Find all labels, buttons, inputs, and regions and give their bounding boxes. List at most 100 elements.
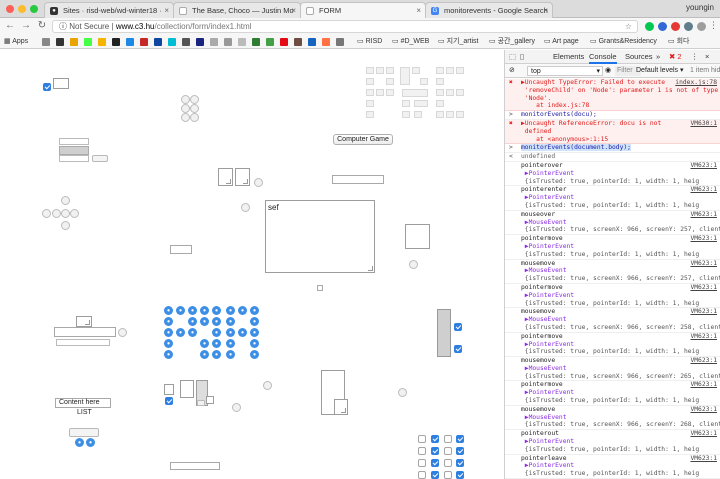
forward-icon[interactable]: → [20,20,32,31]
checkbox[interactable] [431,459,439,467]
source-link[interactable]: VM623:1 [690,284,717,292]
text-input[interactable] [54,327,116,337]
checkbox[interactable] [454,345,462,353]
blue-radio[interactable]: • [86,438,95,447]
bookmark-folder-art-page[interactable]: ▭ Art page [544,37,579,47]
source-link[interactable]: VM623:1 [690,430,717,438]
computer-game-button[interactable]: Computer Game [333,134,393,145]
text-box[interactable] [206,396,214,404]
event-type[interactable]: ▶PointerEvent [525,243,574,250]
grid-cell[interactable] [414,111,422,118]
source-link[interactable]: VM623:1 [690,381,717,389]
text-box[interactable] [164,384,174,395]
small-button[interactable] [92,155,108,162]
extension-icon[interactable] [645,22,654,31]
checkbox[interactable] [418,447,426,455]
source-link[interactable]: VM623:1 [690,211,717,219]
checkbox[interactable] [454,323,462,331]
scroll-thumb[interactable] [197,400,205,406]
grid-cell[interactable] [366,89,374,96]
tab-close-icon[interactable]: × [164,3,169,18]
radio-button[interactable] [409,260,418,269]
small-textarea[interactable] [218,168,233,186]
source-link[interactable]: VM623:1 [690,235,717,243]
blue-radio[interactable]: • [212,306,221,315]
grid-cell[interactable] [386,89,394,96]
grid-cell[interactable] [436,78,444,85]
blue-radio[interactable]: • [238,328,247,337]
small-textarea[interactable] [76,316,92,327]
blue-radio[interactable]: • [188,328,197,337]
radio-button[interactable] [61,196,70,205]
radio-button[interactable] [181,113,190,122]
source-link[interactable]: index.js:78 [675,79,717,87]
bookmark-icon[interactable] [322,38,330,46]
blue-radio[interactable]: • [250,339,259,348]
device-toolbar-icon[interactable]: ▯ [520,50,524,64]
extension-icon[interactable] [658,22,667,31]
radio-button[interactable] [241,203,250,212]
bookmark-icon[interactable] [126,38,134,46]
bookmark-folder-artist[interactable]: ▭ 지기_artist [438,37,479,47]
grid-cell[interactable] [420,78,428,85]
checkbox[interactable] [444,435,452,443]
event-type[interactable]: ▶PointerEvent [525,341,574,348]
small-textarea[interactable] [235,168,250,186]
grid-cell[interactable] [376,67,384,74]
extension-icon[interactable] [684,22,693,31]
grid-cell[interactable] [366,67,374,74]
bookmark-icon[interactable] [84,38,92,46]
bookmark-icon[interactable] [42,38,50,46]
tab-form[interactable]: FORM × [300,2,426,18]
blue-radio[interactable]: • [212,350,221,359]
checkbox[interactable] [165,397,173,405]
radio-button[interactable] [61,221,70,230]
maximize-window-icon[interactable] [30,5,38,13]
blue-radio[interactable]: • [200,350,209,359]
blue-radio[interactable]: • [212,339,221,348]
bookmark-icon[interactable] [56,38,64,46]
blue-radio[interactable]: • [250,350,259,359]
text-box[interactable] [53,78,69,89]
blue-radio[interactable]: • [164,328,173,337]
checkbox[interactable] [456,471,464,479]
grid-cell[interactable] [412,67,420,74]
blue-radio[interactable]: • [164,350,173,359]
blue-radio[interactable]: • [226,317,235,326]
event-type[interactable]: ▶MouseEvent [525,316,567,323]
checkbox[interactable] [456,459,464,467]
bookmark-folder-grants[interactable]: ▭ Grants&Residency [590,37,657,47]
close-window-icon[interactable] [6,5,14,13]
blue-radio[interactable]: • [164,317,173,326]
blue-radio[interactable]: • [188,317,197,326]
text-input[interactable] [170,245,192,254]
bookmark-icon[interactable] [154,38,162,46]
source-link[interactable]: VM623:1 [690,406,717,414]
tab-console[interactable]: Console [589,50,617,64]
radio-button[interactable] [190,95,199,104]
radio-button[interactable] [52,209,61,218]
bookmark-icon[interactable] [140,38,148,46]
tab-google-search[interactable]: G monitorevents - Google Search × [425,2,553,18]
tab-close-icon[interactable]: × [416,3,421,18]
bookmark-icon[interactable] [196,38,204,46]
event-type[interactable]: ▶MouseEvent [525,365,567,372]
bookmark-folder-d-web[interactable]: ▭ #D_WEB [392,37,429,47]
more-tabs[interactable]: » [656,50,660,64]
bookmark-icon[interactable] [294,38,302,46]
grid-cell[interactable] [366,100,374,107]
radio-button[interactable] [190,104,199,113]
checkbox[interactable] [43,83,51,91]
checkbox[interactable] [418,459,426,467]
select-bottom[interactable] [59,155,89,162]
source-link[interactable]: VM623:1 [690,186,717,194]
blue-radio[interactable]: • [250,306,259,315]
tab-sources[interactable]: Sources [625,50,653,64]
info-icon[interactable]: ⓘ [59,22,69,31]
radio-button[interactable] [61,209,70,218]
star-icon[interactable]: ☆ [625,21,632,33]
main-textarea[interactable]: sef [265,200,375,273]
reload-icon[interactable]: ↻ [36,20,48,31]
blue-radio[interactable]: • [212,317,221,326]
text-input[interactable] [170,462,220,470]
